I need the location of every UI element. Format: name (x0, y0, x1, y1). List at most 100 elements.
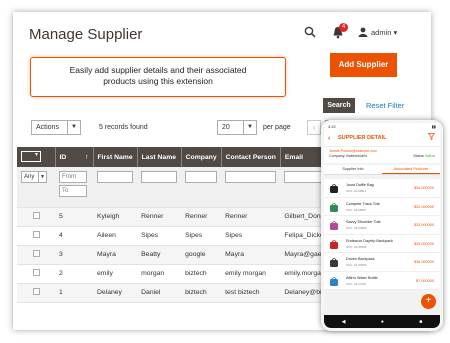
nav-home-icon[interactable]: ● (381, 319, 384, 325)
chevron-down-icon: ▼ (38, 172, 46, 182)
app-tabs: Supplier Info Associated Products (324, 165, 440, 175)
sort-arrow-icon: ↑ (85, 153, 89, 161)
supplier-info-block: Jennie.Pouros@example.com Company: Baber… (324, 147, 440, 163)
row-checkbox[interactable] (32, 212, 40, 219)
cell-contact: emily morgan (221, 264, 281, 284)
product-price: $34.000000 (413, 186, 434, 190)
chevron-down-icon: ▼ (67, 121, 80, 134)
mobile-app-preview: 3:42 ▮▮ ‹ SUPPLIER DETAIL Jennie.Pouros@… (321, 120, 443, 331)
filter-last-name-cell (137, 167, 182, 208)
any-select-value: Any (24, 174, 35, 180)
product-sku: SKU: 24-WB05 (346, 226, 367, 230)
table-row[interactable]: 3 Mayra Beatty google Mayra Mayra@gaetz (17, 245, 341, 265)
cell-contact: Renner (221, 207, 281, 227)
row-checkbox[interactable] (32, 250, 40, 257)
column-first-name[interactable]: First Name (93, 147, 138, 167)
page-title: Manage Supplier (29, 26, 143, 43)
product-sku: SKU: 24-UG06 (346, 281, 367, 286)
row-checkbox[interactable] (32, 288, 40, 295)
product-image (330, 221, 338, 230)
product-name: Affirm Water Bottle (346, 275, 378, 280)
filter-id-cell: From To (55, 167, 93, 208)
any-select[interactable]: Any ▼ (21, 171, 47, 183)
product-item[interactable]: Endeavor Daytrip Backpack SKU: 24-WB06 $33… (324, 234, 440, 253)
cell-company: Renner (181, 207, 222, 227)
mass-select-checkbox[interactable]: ▼ (21, 150, 41, 162)
product-price: $33.000000 (413, 241, 434, 246)
cell-contact: test biztech (221, 283, 281, 303)
column-id[interactable]: ID ↑ (55, 147, 94, 167)
product-item[interactable]: Joust Duffle Bag SKU: 24-MB01 $34.000000 (324, 179, 440, 198)
supplier-status: Status: Active (413, 154, 435, 159)
search-icon[interactable] (304, 26, 316, 41)
nav-recent-icon[interactable]: ■ (419, 319, 422, 325)
product-image (330, 202, 338, 212)
app-title: SUPPLIER DETAIL (338, 135, 387, 141)
row-checkbox[interactable] (32, 231, 40, 238)
callout-line-1: Easily add supplier details and their as… (69, 65, 247, 75)
product-image (330, 276, 338, 286)
id-to-input[interactable]: To (59, 185, 87, 197)
per-page-select[interactable]: 20 ▼ (217, 120, 257, 135)
product-image (330, 184, 338, 193)
cell-id: 2 (55, 264, 93, 284)
notification-badge: 4 (339, 23, 348, 32)
product-sku: SKU: 24-WB06 (346, 244, 367, 249)
filter-icon[interactable] (427, 131, 436, 146)
product-name: Endeavor Daytrip Backpack (346, 238, 393, 243)
cell-id: 3 (55, 245, 93, 265)
add-supplier-button[interactable]: Add Supplier (330, 53, 397, 77)
cell-id: 4 (55, 226, 93, 246)
mass-select-header[interactable]: ▼ (17, 147, 56, 167)
cell-company: Sipes (181, 226, 222, 246)
status-label: Status: (413, 154, 425, 158)
filter-any-cell: Any ▼ (17, 167, 55, 208)
column-last-name[interactable]: Last Name (137, 147, 182, 167)
cell-company: biztech (181, 264, 222, 284)
per-page-value: 20 (222, 124, 230, 131)
status-value: Active (425, 154, 435, 158)
cell-company: google (181, 245, 222, 265)
product-image (330, 258, 338, 267)
actions-label: Actions (36, 124, 59, 131)
row-checkbox[interactable] (32, 269, 40, 276)
product-name: Driven Backpack (346, 257, 375, 261)
user-icon[interactable] (358, 27, 368, 39)
product-item[interactable]: Savvy Shoulder Tote SKU: 24-WB05 $32.00000… (324, 216, 440, 235)
row-select-cell (17, 207, 55, 227)
table-row[interactable]: 5 Kyleigh Renner Renner Renner Gilbert_D… (17, 207, 341, 227)
actions-dropdown[interactable]: Actions ▼ (31, 120, 81, 135)
nav-back-icon[interactable]: ◀ (342, 319, 346, 325)
company-filter-input[interactable] (185, 171, 218, 183)
last-name-filter-input[interactable] (141, 171, 178, 183)
tab-associated-products[interactable]: Associated Products (382, 165, 440, 174)
chevron-down-icon: ▼ (34, 151, 39, 158)
back-arrow-icon[interactable]: ‹ (328, 131, 330, 146)
table-row[interactable]: 1 Delaney Daniel biztech test biztech De… (17, 283, 341, 303)
reset-filter-link[interactable]: Reset Filter (366, 101, 404, 110)
product-item[interactable]: Driven Backpack SKU: 24-WB03 $36.000000 (324, 253, 440, 272)
contact-filter-input[interactable] (225, 171, 277, 183)
tab-supplier-info[interactable]: Supplier Info (324, 165, 382, 174)
cell-last-name: Sipes (137, 226, 182, 246)
app-header: ‹ SUPPLIER DETAIL (324, 131, 440, 147)
product-image (330, 239, 338, 249)
search-button[interactable]: Search (323, 98, 355, 113)
column-contact-person[interactable]: Contact Person (221, 147, 281, 167)
prev-page-button[interactable]: ‹ (307, 120, 321, 135)
user-menu[interactable]: admin ▾ (371, 28, 397, 37)
product-item[interactable]: Compete Track Tote SKU: 24-MB02 $32.000000 (324, 197, 440, 216)
grid-header-row: ▼ ID ↑ First Name Last Name Company Cont… (17, 147, 341, 167)
row-select-cell (17, 226, 55, 246)
cell-company: biztech (181, 283, 222, 303)
id-from-input[interactable]: From (59, 171, 87, 183)
column-company[interactable]: Company (181, 147, 222, 167)
table-row[interactable]: 4 Aileen Sipes Sipes Sipes Felipa_Dicker (17, 226, 341, 246)
row-select-cell (17, 245, 55, 265)
table-row[interactable]: 2 emily morgan biztech emily morgan emil… (17, 264, 341, 284)
product-item[interactable]: Affirm Water Bottle SKU: 24-UG06 $7.000000 (324, 271, 440, 290)
battery-icon: ▮▮ (431, 124, 436, 129)
add-fab-button[interactable]: + (421, 294, 436, 309)
first-name-filter-input[interactable] (97, 171, 134, 183)
product-sku: SKU: 24-WB03 (346, 263, 367, 267)
